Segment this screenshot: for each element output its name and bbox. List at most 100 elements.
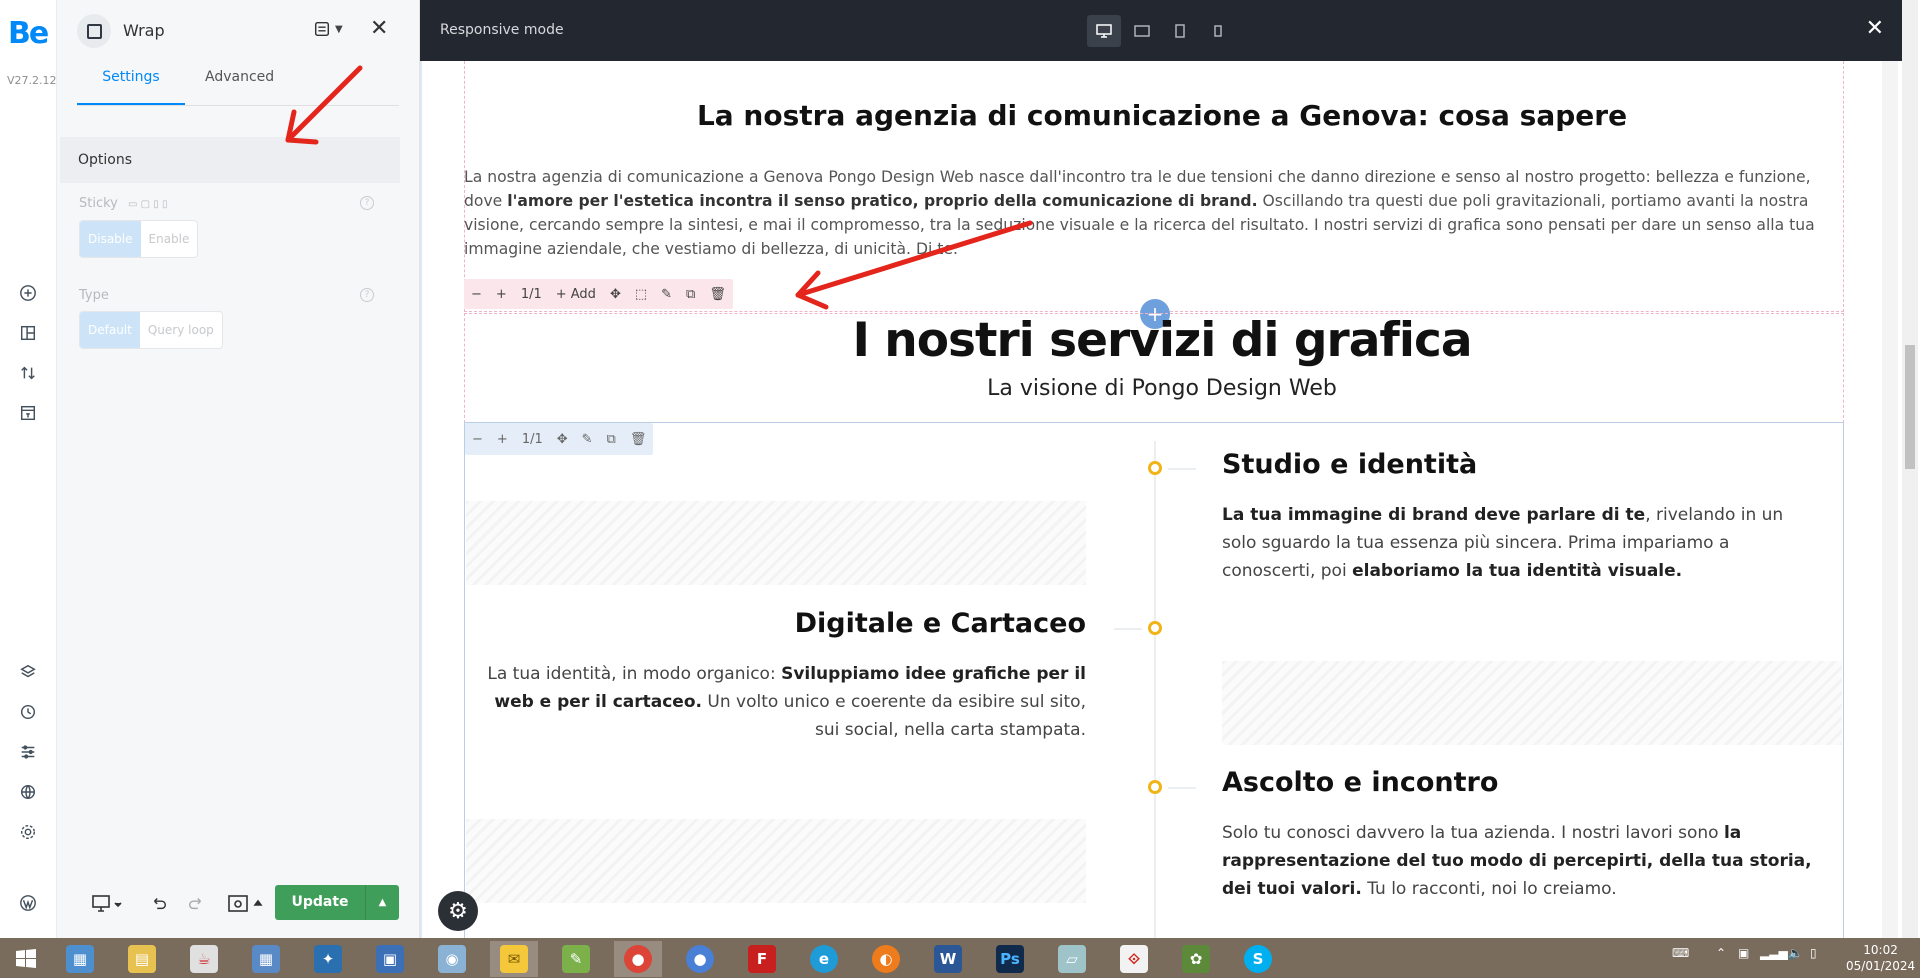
delete-icon[interactable]: 🗑 <box>623 432 654 447</box>
edit-icon[interactable]: ✎ <box>575 432 600 447</box>
taskbar-app-notepad[interactable]: ✎ <box>552 941 600 977</box>
type-query-loop[interactable]: Query loop <box>140 312 222 348</box>
wrap-toolbar: − + 1/1 ✥ ✎ ⧉ 🗑 <box>465 423 654 455</box>
wordpress-icon[interactable] <box>17 892 39 914</box>
tab-settings[interactable]: Settings <box>77 69 185 105</box>
icon-rail: Be V27.2.12 <box>0 0 57 938</box>
timeline-marker <box>1148 461 1162 475</box>
select-icon[interactable]: ⬚ <box>628 287 654 302</box>
services-heading: I nostri servizi di grafica <box>852 313 1472 368</box>
options-menu-button[interactable]: ▼ <box>313 20 343 38</box>
battery-icon[interactable]: ▯ <box>1810 946 1817 960</box>
taskbar-app-photoshop[interactable]: Ps <box>986 941 1034 977</box>
decrease-icon[interactable]: − <box>465 432 490 447</box>
annotation-arrow <box>285 65 363 145</box>
sticky-disable[interactable]: Disable <box>80 221 141 257</box>
size-label[interactable]: 1/1 <box>514 287 549 302</box>
layout-icon[interactable] <box>17 322 39 344</box>
delete-icon[interactable]: 🗑 <box>702 287 733 302</box>
settings-icon[interactable] <box>17 821 39 843</box>
canvas-scrollbar[interactable] <box>1882 61 1898 938</box>
move-icon[interactable]: ✥ <box>603 287 628 302</box>
add-icon[interactable] <box>17 282 39 304</box>
increase-icon[interactable]: + <box>489 287 514 302</box>
intro-paragraph: La nostra agenzia di comunicazione a Gen… <box>464 168 1815 258</box>
taskbar-app-sticky-notes[interactable]: ✉ <box>490 941 538 977</box>
taskbar-app-globe[interactable]: ◉ <box>428 941 476 977</box>
section-toolbar: − + 1/1 + Add ✥ ⬚ ✎ ⧉ 🗑 <box>464 279 733 309</box>
floating-settings-icon[interactable]: ⚙ <box>438 891 478 931</box>
update-options-caret[interactable]: ▲ <box>365 885 399 920</box>
taskbar-app-chrome[interactable]: ● <box>614 941 662 977</box>
help-icon[interactable]: ? <box>360 196 374 210</box>
desktop-icon[interactable] <box>1087 15 1121 47</box>
clock-time: 10:02 <box>1863 943 1898 957</box>
duplicate-icon[interactable]: ⧉ <box>600 432 623 447</box>
volume-icon[interactable]: 🔈 <box>1788 946 1803 960</box>
move-icon[interactable]: ✥ <box>550 432 575 447</box>
sort-icon[interactable] <box>17 362 39 384</box>
help-icon[interactable]: ? <box>360 288 374 302</box>
increase-icon[interactable]: + <box>490 432 515 447</box>
close-responsive-icon[interactable]: ✕ <box>1866 16 1884 41</box>
globe-icon[interactable] <box>17 781 39 803</box>
type-label: Type <box>79 288 109 303</box>
taskbar-app-explorer[interactable]: ▦ <box>56 941 104 977</box>
version-label: V27.2.12 <box>7 74 57 87</box>
taskbar-app-firefox[interactable]: ◐ <box>862 941 910 977</box>
type-toggle[interactable]: Default Query loop <box>79 311 223 349</box>
close-panel-icon[interactable]: ✕ <box>370 16 388 41</box>
type-default[interactable]: Default <box>80 312 140 348</box>
taskbar-app-word[interactable]: W <box>924 941 972 977</box>
redo-icon[interactable] <box>187 894 205 916</box>
timeline-connector <box>1168 787 1196 789</box>
taskbar-app-files[interactable]: ▤ <box>118 941 166 977</box>
tray-app-icon[interactable]: ▣ <box>1738 946 1749 960</box>
services-subheading: La visione di Pongo Design Web <box>987 376 1337 401</box>
laptop-icon[interactable] <box>1125 15 1159 47</box>
layers-icon[interactable] <box>17 661 39 683</box>
taskbar-app-notes[interactable]: ▱ <box>1048 941 1096 977</box>
taskbar-app-edge[interactable]: e <box>800 941 848 977</box>
template-icon[interactable] <box>17 402 39 424</box>
history-icon[interactable] <box>17 701 39 723</box>
clock-date: 05/01/2024 <box>1846 959 1916 973</box>
update-button[interactable]: Update <box>275 885 365 920</box>
scroll-thumb[interactable] <box>1905 345 1915 469</box>
be-logo[interactable]: Be <box>8 16 49 51</box>
size-label[interactable]: 1/1 <box>515 432 550 447</box>
taskbar-app-filezilla[interactable]: F <box>738 941 786 977</box>
preview-topbar: Responsive mode ✕ <box>420 0 1902 61</box>
sticky-toggle[interactable]: Disable Enable <box>79 220 199 258</box>
sliders-icon[interactable] <box>17 741 39 763</box>
decrease-icon[interactable]: − <box>464 287 489 302</box>
add-button[interactable]: + Add <box>549 287 603 302</box>
taskbar-app-calculator[interactable]: ▦ <box>242 941 290 977</box>
preview-canvas: La nostra agenzia di comunicazione a Gen… <box>420 61 1902 938</box>
image-placeholder <box>466 819 1086 903</box>
edit-icon[interactable]: ✎ <box>654 287 679 302</box>
network-icon[interactable]: ▂▃▅ <box>1760 946 1788 960</box>
taskbar-app-network[interactable]: ▣ <box>366 941 414 977</box>
clock[interactable]: 10:02 05/01/2024 <box>1846 942 1915 974</box>
sticky-enable[interactable]: Enable <box>141 221 198 257</box>
preview-eye-button[interactable] <box>228 894 266 918</box>
page-scrollbar[interactable] <box>1902 0 1918 938</box>
keyboard-icon[interactable]: ⌨ <box>1672 946 1689 960</box>
taskbar-app-gimp[interactable]: ✿ <box>1172 941 1220 977</box>
timeline-text: Solo tu conosci davvero la tua azienda. … <box>1222 823 1812 899</box>
tablet-icon[interactable] <box>1163 15 1197 47</box>
taskbar-app-chromium[interactable]: ● <box>676 941 724 977</box>
start-button[interactable] <box>2 941 50 977</box>
caret-down-icon: ▼ <box>335 23 343 35</box>
device-preview-button[interactable] <box>92 894 124 918</box>
taskbar-app-acrobat[interactable]: ⟐ <box>1110 941 1158 977</box>
undo-icon[interactable] <box>150 894 168 916</box>
taskbar-app-butterfly[interactable]: ✦ <box>304 941 352 977</box>
mobile-icon[interactable] <box>1201 15 1235 47</box>
duplicate-icon[interactable]: ⧉ <box>679 287 702 302</box>
taskbar-app-skype[interactable]: S <box>1234 941 1282 977</box>
taskbar-app-java[interactable]: ☕ <box>180 941 228 977</box>
tray-expand-icon[interactable]: ⌃ <box>1716 946 1726 960</box>
tab-advanced[interactable]: Advanced <box>205 69 274 105</box>
